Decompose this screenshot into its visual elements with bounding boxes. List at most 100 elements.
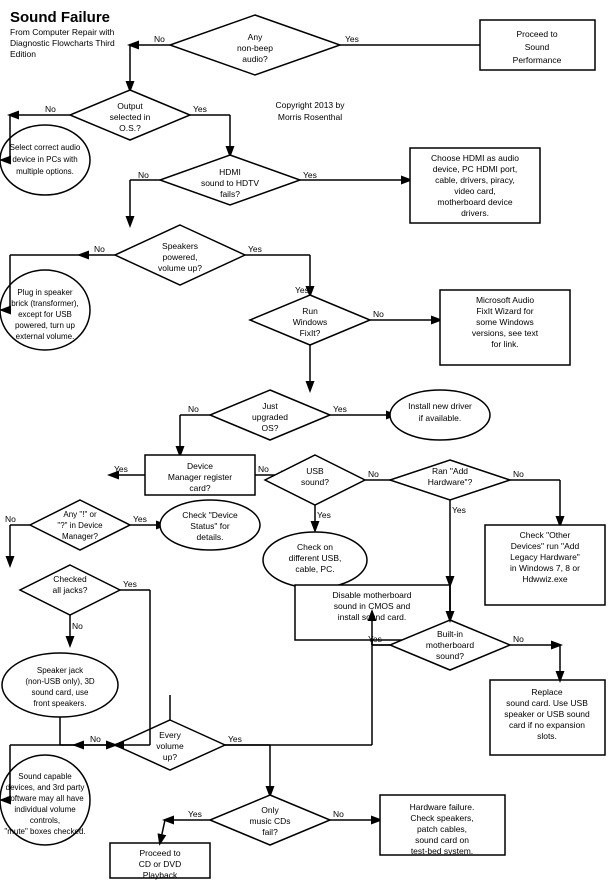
subtitle-line1: From Computer Repair with (10, 27, 115, 37)
yes-label-output: Yes (193, 104, 207, 114)
no-label-top: No (154, 34, 165, 44)
no-speakers: No (94, 244, 105, 254)
no-fixit: No (373, 309, 384, 319)
label-soundcap2: devices, and 3rd party (6, 783, 85, 792)
label-spjack1: Speaker jack (37, 666, 84, 675)
label-speakers1: Speakers (162, 241, 198, 251)
label-replace4: card if no expansion (509, 720, 585, 730)
label-proceed2: Sound (525, 42, 550, 52)
label-brick5: external volume. (16, 332, 75, 341)
label-proceed3: Performance (513, 55, 562, 65)
yes-speakers: Yes (248, 244, 262, 254)
label-devstatus1: Check "Device (182, 510, 238, 520)
no-label-output: No (45, 104, 56, 114)
label-choosehdmi2: device, PC HDMI port, (433, 164, 518, 174)
label-upgradeos1: Just (262, 401, 278, 411)
yes-devmgr: Yes (114, 464, 128, 474)
label-addhw2: Hardware"? (428, 477, 473, 487)
label-builtin2: motherboard (426, 640, 474, 650)
no-hdmi: No (138, 170, 149, 180)
no-cds: No (333, 809, 344, 819)
label-diffusb2: different USB, (289, 553, 342, 563)
label-replace5: slots. (537, 731, 557, 741)
label-replace2: sound card. Use USB (506, 698, 588, 708)
label-speakers2: powered, (163, 252, 198, 262)
label-select3: multiple options. (16, 167, 74, 176)
label-usb2: sound? (301, 477, 329, 487)
label-devmgr1: Device (187, 461, 213, 471)
label-upgradeos2: upgraded (252, 412, 288, 422)
label-anyerror2: "?" in Device (57, 521, 103, 530)
label-spjack4: front speakers. (34, 699, 87, 708)
label-msfixit1: Microsoft Audio (476, 295, 534, 305)
yes-anyerror: Yes (133, 514, 147, 524)
yes-hdmi: Yes (303, 170, 317, 180)
label-jacks2: all jacks? (53, 585, 88, 595)
label-usb1: USB (306, 466, 324, 476)
label-hdmi3: fails? (220, 189, 240, 199)
label-choosehdmi5: motherboard device (437, 197, 512, 207)
title: Sound Failure (10, 9, 110, 26)
no-jacks: No (72, 621, 83, 631)
label-fixit3: FixIt? (300, 328, 321, 338)
no-builtin: No (513, 634, 524, 644)
label-anyerror1: Any "!" or (63, 510, 97, 519)
label-hwfail1: Hardware failure. (410, 802, 475, 812)
subtitle-line2: Diagnostic Flowcharts Third (10, 38, 115, 48)
label-soundcap4: individual volume (14, 805, 76, 814)
yes-cds: Yes (188, 809, 202, 819)
yes-builtin: Yes (368, 634, 382, 644)
label-brick1: Plug in speaker (17, 288, 72, 297)
label-driver2: if available. (419, 413, 462, 423)
label-diffusb1: Check on (297, 542, 333, 552)
label-spjack2: (non-USB only), 3D (25, 677, 95, 686)
label-spjack3: sound card, use (32, 688, 89, 697)
label-proceed1: Proceed to (516, 29, 557, 39)
label-evolvol2: volume (156, 741, 184, 751)
label-msfixit3: some Windows (476, 317, 534, 327)
yes-label-top: Yes (345, 34, 359, 44)
subtitle-line3: Edition (10, 49, 36, 59)
label-anyerror3: Manager? (62, 532, 99, 541)
label-replace3: speaker or USB sound (504, 709, 590, 719)
label-select1: Select correct audio (10, 143, 81, 152)
label-builtin3: sound? (436, 651, 464, 661)
label-diffusb3: cable, PC. (295, 564, 334, 574)
label-otherdev4: in Windows 7, 8 or (510, 563, 580, 573)
no-upgradeos: No (188, 404, 199, 414)
yes-jacks: Yes (123, 579, 137, 589)
no-anyerror: No (5, 514, 16, 524)
yes-upgradeos: Yes (333, 404, 347, 414)
label-jacks1: Checked (53, 574, 87, 584)
label-output1: Output (117, 101, 143, 111)
label-devstatus3: details. (197, 532, 224, 542)
label-cdplay1: Proceed to (139, 848, 180, 858)
label-otherdev1: Check "Other (520, 530, 571, 540)
label-choosehdmi1: Choose HDMI as audio (431, 153, 519, 163)
label-hdmi2: sound to HDTV (201, 178, 259, 188)
label-any-audio: Any (248, 32, 263, 42)
label-brick4: powered, turn up (15, 321, 76, 330)
label-soundcap1: Sound capable (18, 772, 72, 781)
label-msfixit4: versions, see text (472, 328, 539, 338)
label-addhw1: Ran "Add (432, 466, 468, 476)
no-evolvol: No (90, 734, 101, 744)
label-otherdev3: Legacy Hardware" (510, 552, 580, 562)
label-devmgr3: card? (189, 483, 211, 493)
label-cds3: fail? (262, 827, 278, 837)
label-choosehdmi3: cable, drivers, piracy, (435, 175, 515, 185)
label-upgradeos3: OS? (261, 423, 278, 433)
yes-addhw: Yes (452, 505, 466, 515)
label-soundcap5: controls, (30, 816, 60, 825)
label-choosehdmi4: video card, (454, 186, 496, 196)
label-choosehdmi6: drivers. (461, 208, 489, 218)
flowchart: Sound Failure From Computer Repair with … (0, 0, 608, 887)
label-soundcap6: "mute" boxes checked. (4, 827, 85, 836)
label-devstatus2: Status" for (190, 521, 230, 531)
label-hdmi1: HDMI (219, 167, 241, 177)
label-disablemobo2: sound in CMOS and (334, 601, 411, 611)
yes-fixit: Yes (295, 285, 309, 295)
label-soundcap3: software may all have (6, 794, 84, 803)
label-fixit2: Windows (293, 317, 327, 327)
copyright-line2: Morris Rosenthal (278, 112, 342, 122)
